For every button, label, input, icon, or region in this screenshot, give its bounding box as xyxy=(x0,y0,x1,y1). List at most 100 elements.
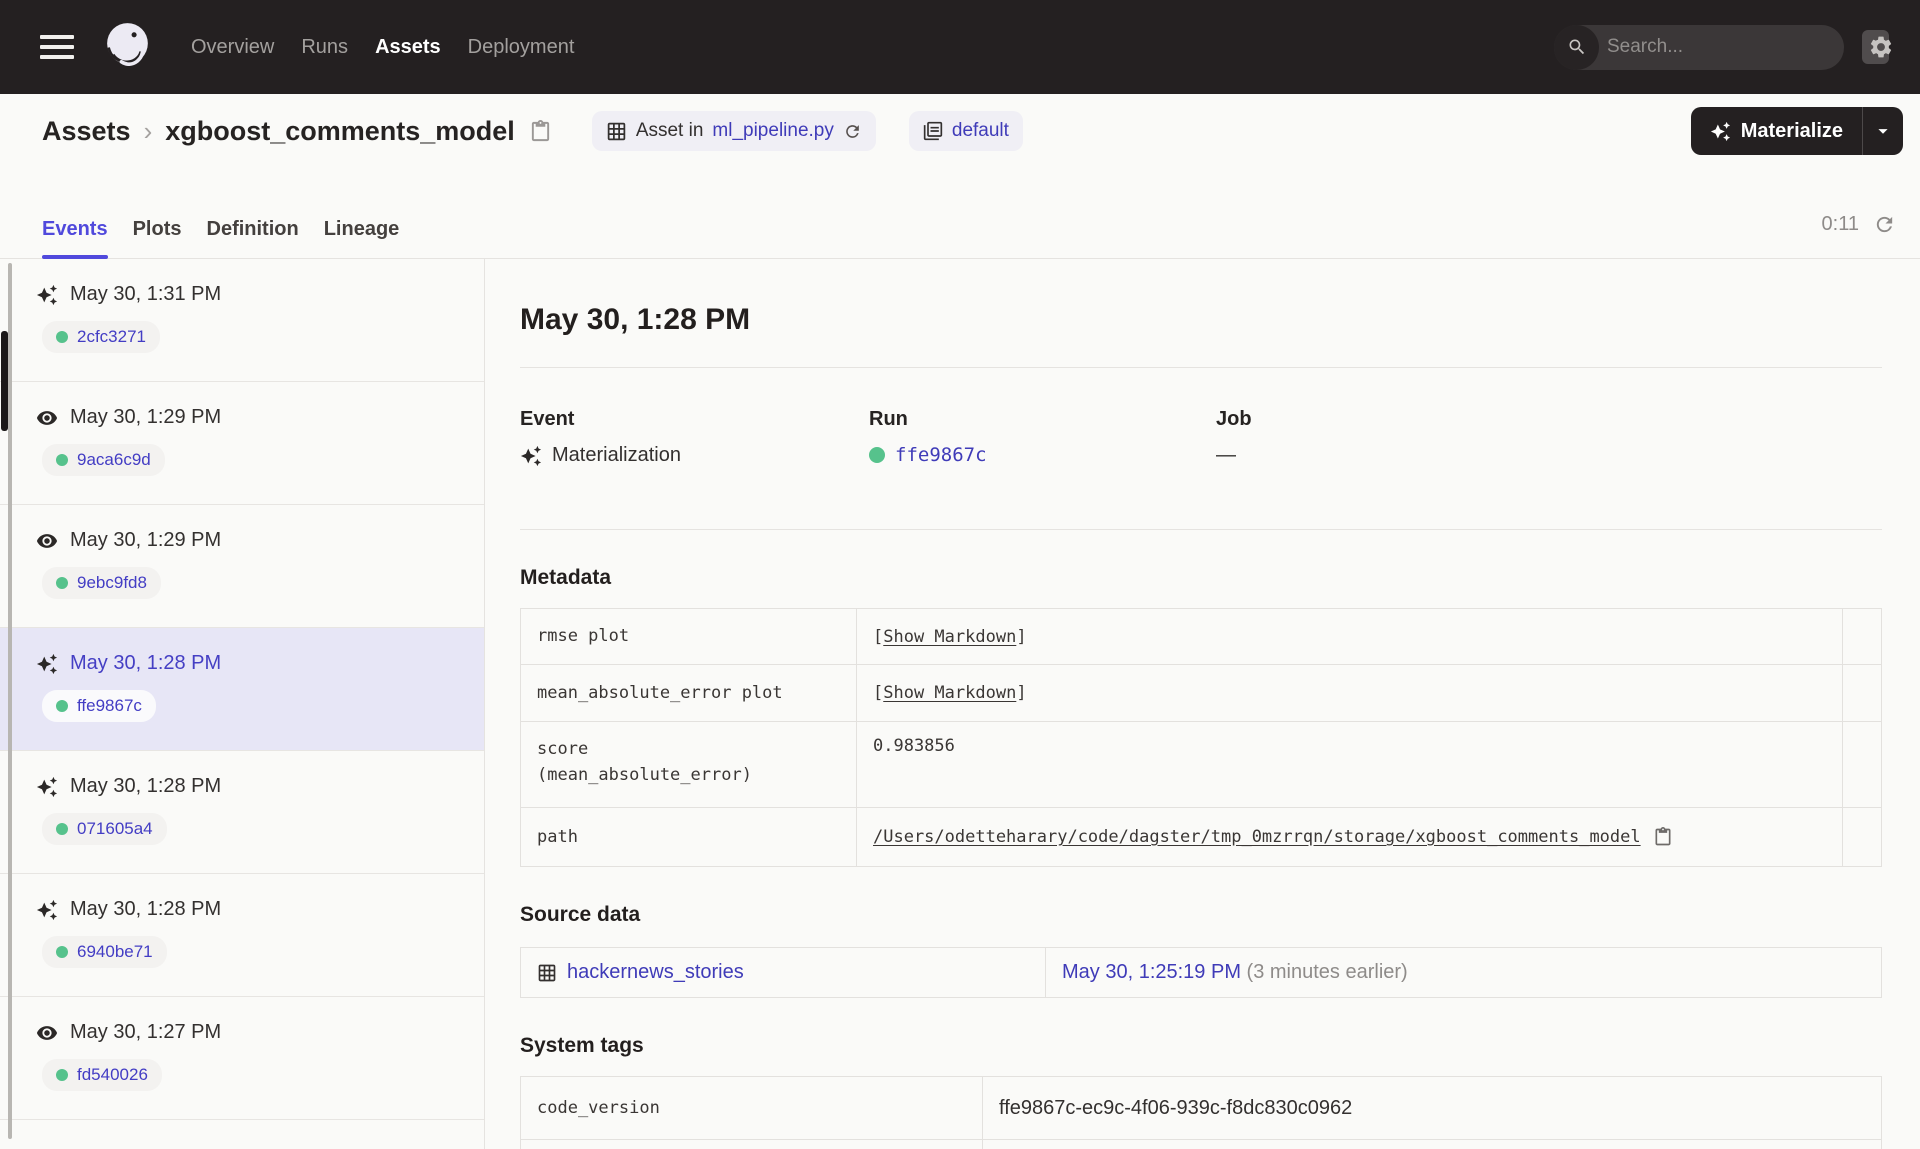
copy-asset-name-icon[interactable] xyxy=(529,119,552,143)
run-status-dot xyxy=(56,823,68,835)
event-type-value: Materialization xyxy=(552,444,681,466)
source-event-time-note: (3 minutes earlier) xyxy=(1246,961,1408,983)
event-detail-pane: May 30, 1:28 PM Event Materialization Ru… xyxy=(485,259,1920,1149)
refresh-timer: 0:11 xyxy=(1821,213,1859,235)
asset-header: Assets › xgboost_comments_model Asset in… xyxy=(0,94,1920,168)
run-link-pill[interactable]: fd540026 xyxy=(42,1059,162,1091)
observation-icon xyxy=(36,1025,58,1040)
materialize-dropdown-button[interactable] xyxy=(1863,107,1903,155)
run-id-link[interactable]: 2cfc3271 xyxy=(77,327,146,347)
event-list-item-selected[interactable]: May 30, 1:28 PM ffe9867c xyxy=(0,628,484,751)
source-event-time-link[interactable]: May 30, 1:25:19 PM xyxy=(1062,961,1241,983)
job-value: — xyxy=(1216,444,1236,466)
table-grid-icon xyxy=(606,121,627,142)
metadata-action-cell xyxy=(1842,664,1882,722)
run-status-dot xyxy=(56,331,68,343)
event-list-item[interactable]: May 30, 1:28 PM 6940be71 xyxy=(0,874,484,997)
code-file-link[interactable]: ml_pipeline.py xyxy=(712,120,833,142)
run-link-pill[interactable]: 9ebc9fd8 xyxy=(42,567,161,599)
materialization-icon xyxy=(520,445,542,466)
show-markdown-link[interactable]: Show Markdown xyxy=(883,683,1016,703)
repository-icon xyxy=(923,121,943,141)
system-tag-key: code_version xyxy=(520,1076,983,1140)
metadata-key: rmse plot xyxy=(520,608,857,665)
event-timestamp: May 30, 1:31 PM xyxy=(70,283,222,305)
system-tag-value: ffe9867c-ec9c-4f06-939c-f8dc830c0962 xyxy=(982,1076,1882,1140)
metadata-value: [Show Markdown] xyxy=(856,664,1843,722)
run-id-link[interactable]: ffe9867c xyxy=(895,444,987,466)
run-id-link[interactable]: fd540026 xyxy=(77,1065,148,1085)
nav-item-assets[interactable]: Assets xyxy=(375,36,441,59)
event-list-item[interactable]: May 30, 1:28 PM 071605a4 xyxy=(0,751,484,874)
run-link-pill[interactable]: 2cfc3271 xyxy=(42,321,160,353)
run-id-link[interactable]: 6940be71 xyxy=(77,942,153,962)
run-link-pill[interactable]: 6940be71 xyxy=(42,936,167,968)
run-id-link[interactable]: ffe9867c xyxy=(77,696,142,716)
materialize-button[interactable]: Materialize xyxy=(1691,107,1862,155)
top-nav: Overview Runs Assets Deployment / xyxy=(0,0,1920,94)
event-list-item[interactable]: May 30, 1:29 PM 9aca6c9d xyxy=(0,382,484,505)
run-id-link[interactable]: 9ebc9fd8 xyxy=(77,573,147,593)
search-bar[interactable]: / xyxy=(1554,24,1889,70)
table-row: mean_absolute_error plot [Show Markdown] xyxy=(520,664,1882,722)
event-column-label: Event xyxy=(520,408,575,430)
run-status-dot xyxy=(56,1069,68,1081)
breadcrumb: Assets › xgboost_comments_model xyxy=(42,116,515,147)
metadata-key: mean_absolute_error plot xyxy=(520,664,857,722)
table-row: score (mean_absolute_error) 0.983856 xyxy=(520,721,1882,808)
bracket: [ xyxy=(873,626,884,647)
asset-tabs-row: Events Plots Definition Lineage 0:11 xyxy=(0,168,1920,259)
run-id-link[interactable]: 9aca6c9d xyxy=(77,450,151,470)
bracket: ] xyxy=(1016,626,1027,647)
asset-location-prefix: Asset in xyxy=(635,120,704,141)
table-grid-icon xyxy=(538,964,556,981)
run-id-link[interactable]: 071605a4 xyxy=(77,819,153,839)
nav-item-runs[interactable]: Runs xyxy=(301,36,348,59)
search-icon xyxy=(1554,24,1599,70)
metadata-value: [Show Markdown] xyxy=(856,608,1843,665)
tab-definition[interactable]: Definition xyxy=(207,218,299,258)
bracket: [ xyxy=(873,683,884,703)
metadata-heading: Metadata xyxy=(520,566,612,589)
metadata-key: score (mean_absolute_error) xyxy=(520,721,857,808)
sidebar-scrollbar-thumb[interactable] xyxy=(1,331,8,431)
divider xyxy=(520,367,1882,368)
refresh-icon[interactable] xyxy=(1873,213,1896,236)
repository-badge[interactable]: default xyxy=(908,111,1023,151)
tab-events[interactable]: Events xyxy=(42,218,108,259)
nav-item-overview[interactable]: Overview xyxy=(191,36,274,59)
bracket: ] xyxy=(1016,683,1027,703)
run-link-pill[interactable]: 071605a4 xyxy=(42,813,167,845)
materialize-split-button: Materialize xyxy=(1690,107,1903,155)
event-list-item[interactable]: May 30, 1:27 PM fd540026 xyxy=(0,997,484,1120)
event-list-item[interactable]: May 30, 1:31 PM 2cfc3271 xyxy=(0,259,484,382)
table-row: hackernews_stories May 30, 1:25:19 PM (3… xyxy=(520,947,1882,998)
reload-location-icon[interactable] xyxy=(843,122,862,141)
copy-path-icon[interactable] xyxy=(1653,827,1673,847)
event-timestamp: May 30, 1:28 PM xyxy=(70,652,222,674)
event-detail-title: May 30, 1:28 PM xyxy=(520,303,751,336)
sidebar-scrollbar-track[interactable] xyxy=(8,263,12,1139)
show-markdown-link[interactable]: Show Markdown xyxy=(883,627,1016,647)
source-asset-link[interactable]: hackernews_stories xyxy=(567,961,744,984)
metadata-table: rmse plot [Show Markdown] mean_absolute_… xyxy=(520,608,1882,867)
materialize-label: Materialize xyxy=(1740,119,1843,142)
run-column-label: Run xyxy=(869,408,908,430)
dagster-logo[interactable] xyxy=(100,19,157,76)
breadcrumb-assets-link[interactable]: Assets xyxy=(42,116,131,147)
event-list-item[interactable]: May 30, 1:29 PM 9ebc9fd8 xyxy=(0,505,484,628)
search-input[interactable] xyxy=(1599,36,1862,58)
nav-item-deployment[interactable]: Deployment xyxy=(468,36,575,59)
run-link-pill[interactable]: 9aca6c9d xyxy=(42,444,165,476)
gear-icon[interactable] xyxy=(1868,34,1894,60)
run-status-dot xyxy=(56,700,68,712)
path-link[interactable]: /Users/odetteharary/code/dagster/tmp_0mz… xyxy=(873,827,1641,847)
run-status-dot xyxy=(869,447,885,463)
materialization-icon xyxy=(36,776,58,797)
hamburger-menu-icon[interactable] xyxy=(40,35,74,59)
observation-icon xyxy=(36,533,58,548)
source-data-table: hackernews_stories May 30, 1:25:19 PM (3… xyxy=(520,947,1882,998)
tab-lineage[interactable]: Lineage xyxy=(324,218,400,258)
run-link-pill[interactable]: ffe9867c xyxy=(42,690,156,722)
tab-plots[interactable]: Plots xyxy=(133,218,182,258)
